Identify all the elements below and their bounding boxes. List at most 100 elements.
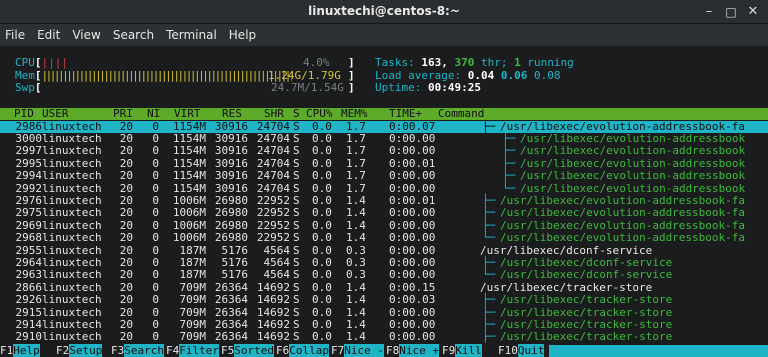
fkey-quit-button[interactable]: F10Quit — [498, 344, 545, 357]
col-mem[interactable]: MEM% — [341, 107, 368, 120]
col-state[interactable]: S — [293, 107, 300, 120]
process-virt: 1154M — [172, 169, 206, 183]
fkey-nice-button[interactable]: F7Nice - — [331, 344, 384, 357]
tree-branch: ├─ — [482, 119, 496, 133]
menu-bar: File Edit View Search Terminal Help — [0, 24, 768, 46]
fkey-key: F4 — [166, 344, 180, 357]
process-table-header[interactable]: PID USER PRI NI VIRT RES SHR S CPU% MEM%… — [0, 107, 768, 121]
process-pri: 20 — [119, 169, 133, 183]
uptime: Uptime: 00:49:25 — [375, 81, 481, 94]
process-mem: 0.3 — [346, 268, 366, 282]
fkey-setup-button[interactable]: F2Setup — [56, 344, 103, 357]
process-virt: 1154M — [172, 144, 206, 158]
process-shr: 22952 — [256, 206, 290, 220]
process-time: 0:00.03 — [389, 293, 436, 307]
process-virt: 709M — [179, 293, 207, 307]
process-time: 0:00.00 — [389, 330, 436, 344]
process-time: 0:00.00 — [389, 268, 436, 282]
process-ni: 0 — [152, 206, 159, 220]
fkey-help-button[interactable]: F1Help — [0, 344, 40, 357]
process-row[interactable]: 2910 linuxtech 20 0 709M 26364 14692 S 0.0 1.4 0:0… — [0, 330, 768, 344]
process-command: /usr/libexec/evolution-addressbook-fa — [500, 231, 746, 245]
maximize-icon[interactable]: □ — [722, 3, 740, 21]
process-virt: 1006M — [172, 231, 206, 245]
process-res: 30916 — [214, 169, 248, 183]
fkey-key: F3 — [111, 344, 125, 357]
tree-branch: ├─ — [482, 293, 496, 307]
tree-branch: ├─ — [502, 144, 516, 158]
process-time: 0:00.00 — [389, 206, 436, 220]
process-cpu: 0.0 — [312, 293, 332, 307]
close-icon[interactable]: ✕ — [744, 3, 762, 21]
menu-edit[interactable]: Edit — [37, 28, 60, 42]
process-shr: 14692 — [256, 330, 290, 344]
process-row[interactable]: 2968 linuxtech 20 0 1006M 26980 22952 S 0.0 1.4 0:… — [0, 231, 768, 245]
process-mem: 1.4 — [346, 231, 366, 245]
fkey-filter-button[interactable]: F4Filter — [166, 344, 219, 357]
fkey-label: Nice + — [399, 344, 439, 357]
fkey-sorted-button[interactable]: F5Sorted — [221, 344, 274, 357]
minimize-icon[interactable]: – — [700, 3, 718, 21]
col-res[interactable]: RES — [222, 107, 242, 120]
col-pri[interactable]: PRI — [113, 107, 133, 120]
fkey-kill-button[interactable]: F9Kill — [442, 344, 482, 357]
process-pri: 20 — [119, 268, 133, 282]
menu-file[interactable]: File — [5, 28, 25, 42]
process-row[interactable]: 2975 linuxtech 20 0 1006M 26980 22952 S 0.0 1.4 0:… — [0, 206, 768, 220]
tree-branch: └─ — [482, 268, 496, 282]
col-cpu[interactable]: CPU% — [306, 107, 333, 120]
fkey-label: Filter — [179, 344, 219, 357]
fkey-label: Nice - — [344, 344, 384, 357]
fkey-collap-button[interactable]: F6Collap — [276, 344, 329, 357]
fkey-label: Sorted — [234, 344, 274, 357]
process-virt: 1006M — [172, 206, 206, 220]
process-row[interactable]: 2994 linuxtech 20 0 1154M 30916 24704 S 0.0 1.7 0:… — [0, 169, 768, 183]
menu-search[interactable]: Search — [113, 28, 154, 42]
terminal-area[interactable]: CPU[|||| 4.0%] Mem[||||||||||||||||||||||… — [0, 46, 768, 357]
fkey-search-button[interactable]: F3Search — [111, 344, 164, 357]
process-pid: 2975 — [15, 206, 43, 220]
process-command: /usr/libexec/dconf-service — [500, 268, 673, 282]
fkey-key: F9 — [442, 344, 456, 357]
process-res: 30916 — [214, 144, 248, 158]
col-command[interactable]: Command — [438, 107, 484, 120]
process-virt: 709M — [179, 330, 207, 344]
fkey-nice-button[interactable]: F8Nice + — [386, 344, 439, 357]
col-pid[interactable]: PID — [14, 107, 34, 120]
function-key-bar: F1Help F2Setup F3Search F4Filter F5Sorted F6C… — [0, 344, 768, 357]
process-user: linuxtech — [42, 231, 102, 245]
process-s: S — [293, 330, 300, 344]
process-s: S — [293, 144, 300, 158]
process-res: 26980 — [214, 206, 248, 220]
process-pri: 20 — [119, 231, 133, 245]
process-command: /usr/libexec/evolution-addressbook — [520, 169, 746, 183]
process-mem: 1.7 — [346, 144, 366, 158]
col-ni[interactable]: NI — [147, 107, 160, 120]
process-cpu: 0.0 — [312, 268, 332, 282]
process-cpu: 0.0 — [312, 231, 332, 245]
process-user: linuxtech — [42, 268, 102, 282]
col-time[interactable]: TIME+ — [389, 107, 422, 120]
process-shr: 22952 — [256, 231, 290, 245]
process-row[interactable]: 2963 linuxtech 20 0 187M 5176 4564 S 0.0 0.3 0:00.… — [0, 268, 768, 282]
col-virt[interactable]: VIRT — [174, 107, 201, 120]
swp-meter: Swp[24.7M/1.54G] — [15, 81, 355, 94]
process-command: /usr/libexec/evolution-addressbook-fa — [500, 206, 746, 220]
process-time: 0:00.00 — [389, 144, 436, 158]
process-cpu: 0.0 — [312, 330, 332, 344]
process-row[interactable]: 2997 linuxtech 20 0 1154M 30916 24704 S 0.0 1.7 0:… — [0, 144, 768, 158]
menu-help[interactable]: Help — [229, 28, 256, 42]
process-row[interactable]: 2926 linuxtech 20 0 709M 26364 14692 S 0.0 1.4 0:0… — [0, 293, 768, 307]
col-shr[interactable]: SHR — [264, 107, 284, 120]
process-user: linuxtech — [42, 169, 102, 183]
mem-meter: Mem[||||||||||||||||||||||||||||||||||||… — [15, 68, 355, 82]
process-command: /usr/libexec/tracker-store — [500, 330, 673, 344]
col-user[interactable]: USER — [42, 107, 69, 120]
menu-view[interactable]: View — [72, 28, 100, 42]
fkey-label: Collap — [289, 344, 329, 357]
title-bar[interactable]: linuxtechi@centos-8:~ – □ ✕ — [0, 0, 768, 24]
process-mem: 1.4 — [346, 330, 366, 344]
process-user: linuxtech — [42, 144, 102, 158]
menu-terminal[interactable]: Terminal — [166, 28, 217, 42]
process-virt: 187M — [179, 268, 207, 282]
